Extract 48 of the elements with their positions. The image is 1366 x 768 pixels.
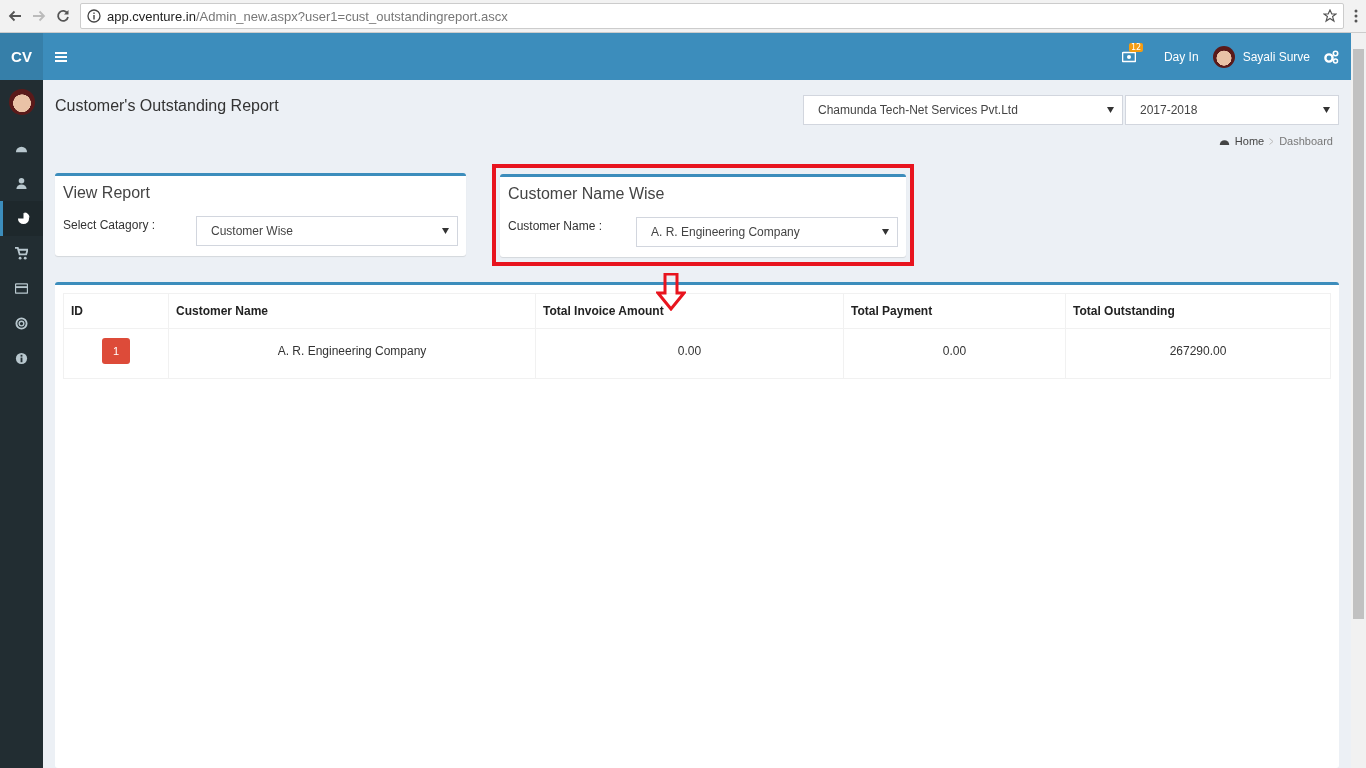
chevron-icon [1269, 137, 1275, 145]
column-header: Customer Name [168, 293, 536, 329]
caret-icon [1323, 107, 1330, 113]
column-header: Total Payment [843, 293, 1066, 329]
outstanding-cell: 267290.00 [1065, 328, 1331, 379]
address-bar[interactable]: app.cventure.in/Admin_new.aspx?user1=cust_outstandingreport.ascx [80, 3, 1344, 29]
invoice-amount-cell: 0.00 [535, 328, 844, 379]
caret-icon [1107, 107, 1114, 113]
menu-icon[interactable] [55, 51, 67, 62]
user-avatar[interactable] [1212, 45, 1235, 68]
field-label: Customer Name : [508, 219, 603, 233]
column-header: Total Invoice Amount [535, 293, 844, 329]
user-name[interactable]: Sayali Surve [1242, 49, 1310, 64]
year-select[interactable]: 2017-2018 [1125, 95, 1339, 125]
customer-select[interactable]: A. R. Engineering Company [636, 217, 898, 247]
pie-chart-icon [16, 212, 30, 225]
company-select[interactable]: Chamunda Tech-Net Services Pvt.Ltd [803, 95, 1123, 125]
caret-icon [442, 228, 449, 234]
cart-icon [15, 247, 28, 260]
page-title: Customer's Outstanding Report [55, 97, 279, 116]
scrollbar[interactable] [1351, 33, 1366, 768]
field-label: Select Catagory : [63, 218, 156, 232]
settings-icon[interactable] [1324, 49, 1339, 64]
user-icon [15, 177, 28, 190]
column-header: Total Outstanding [1065, 293, 1331, 329]
sidebar-item[interactable] [0, 201, 43, 236]
payment-cell: 0.00 [843, 328, 1066, 379]
app-logo[interactable]: CV [0, 33, 43, 80]
column-header: ID [63, 293, 169, 329]
breadcrumb-link[interactable]: Home [1234, 135, 1265, 147]
money-icon[interactable] [1121, 50, 1136, 63]
user-avatar[interactable] [8, 89, 35, 115]
menu-icon[interactable] [1354, 9, 1358, 23]
day-in-link[interactable]: Day In [1163, 49, 1199, 64]
info-icon [15, 352, 28, 365]
card-title: View Report [63, 184, 151, 202]
url-text: app.cventure.in/Admin_new.aspx?user1=cust_outstandingreport.ascx [107, 8, 509, 24]
category-select[interactable]: Customer Wise [196, 216, 458, 246]
reload-icon[interactable] [56, 9, 70, 23]
card-title: Customer Name Wise [508, 185, 666, 203]
info-icon [87, 9, 101, 23]
notification-badge: 12 [1128, 42, 1144, 52]
customer-name-cell: A. R. Engineering Company [168, 328, 536, 379]
id-badge[interactable]: 1 [101, 338, 131, 364]
credit-card-icon [15, 282, 28, 295]
caret-icon [882, 229, 889, 235]
back-icon[interactable] [8, 10, 22, 22]
bookmark-star-icon[interactable] [1323, 9, 1337, 23]
